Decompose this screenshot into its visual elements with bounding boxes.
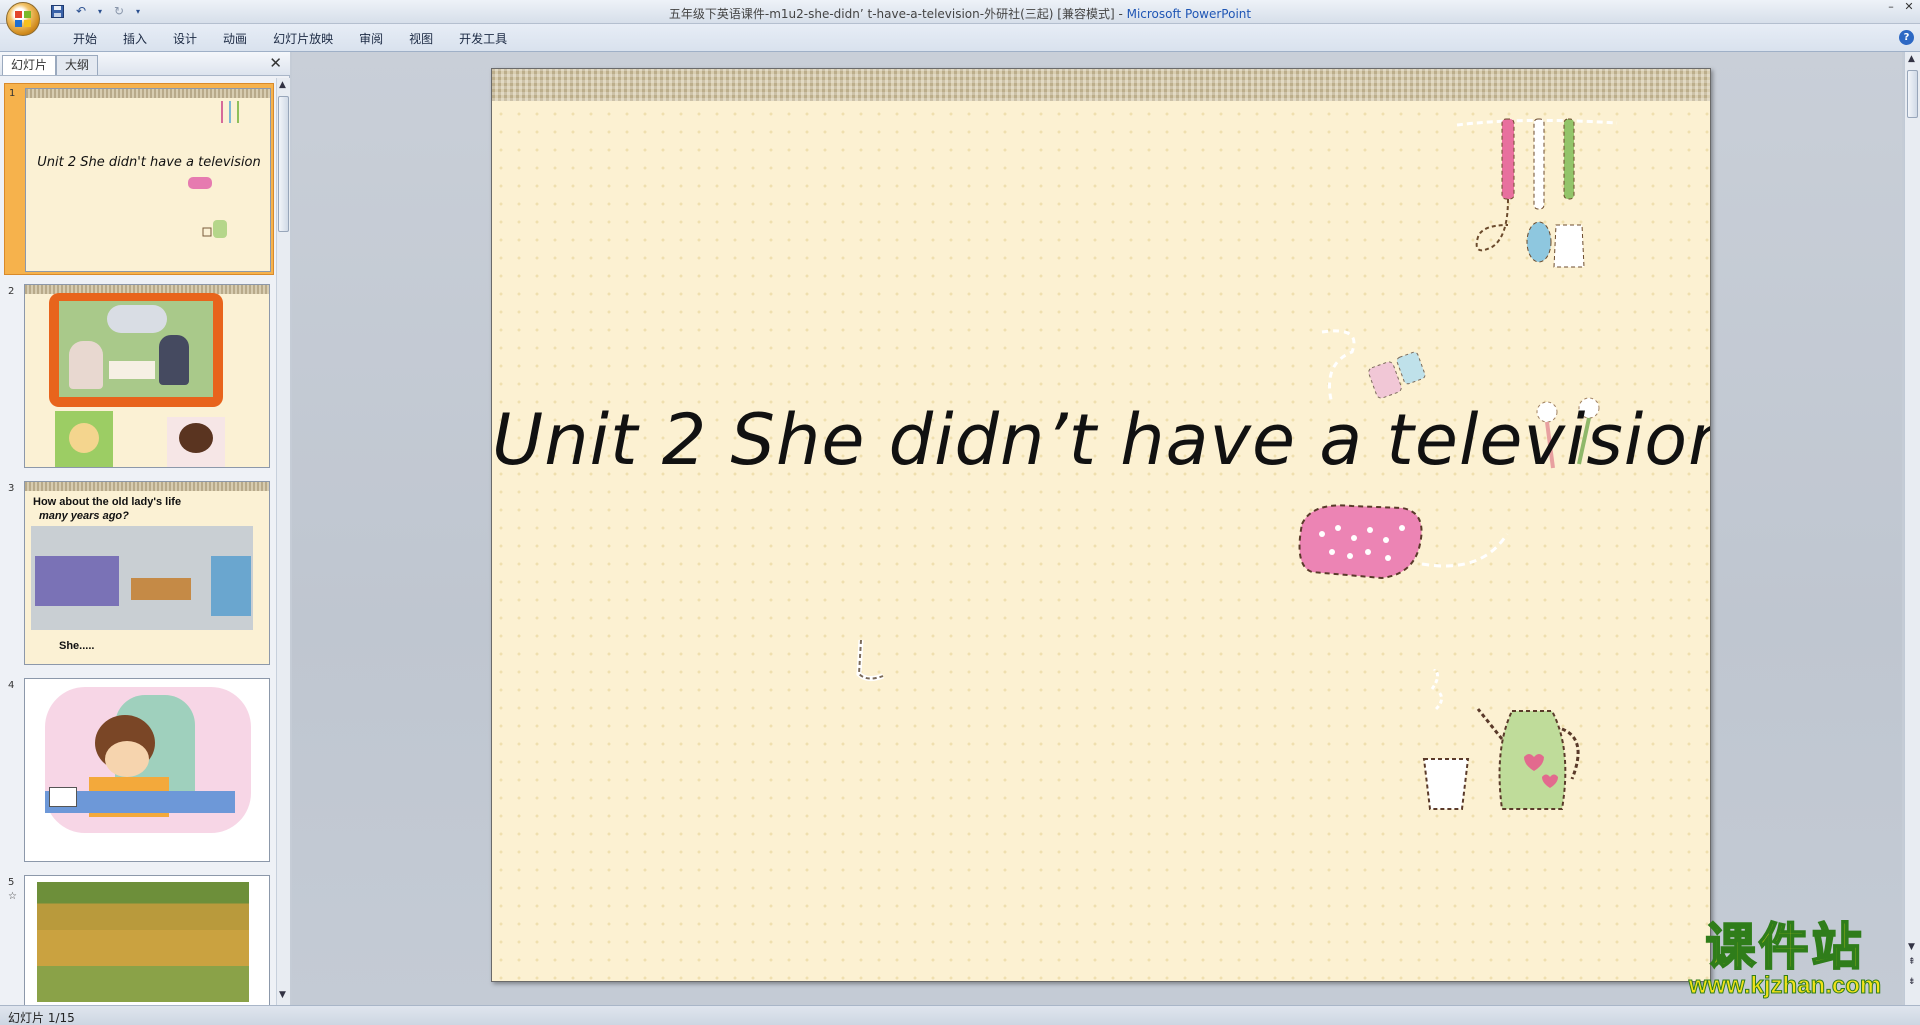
tab-design[interactable]: 设计: [160, 30, 210, 47]
room-illustration: [31, 526, 253, 630]
thumbnail-number: 3: [8, 483, 15, 494]
slide-thumbnail-5[interactable]: 5 ☆: [4, 873, 274, 1005]
status-bar: 幻灯片 1/15: [0, 1005, 1920, 1025]
oven-mitt-icon: [188, 177, 212, 189]
previous-slide-icon[interactable]: ⇞: [1908, 957, 1916, 967]
tab-view[interactable]: 视图: [396, 30, 446, 47]
ribbon: 开始 插入 设计 动画 幻灯片放映 审阅 视图 开发工具 ?: [0, 24, 1920, 52]
thumbnail-text-line2: many years ago?: [39, 510, 129, 522]
teapot-cup-icon: [1422, 669, 1580, 810]
tab-insert[interactable]: 插入: [110, 30, 160, 47]
slide-scrollbar[interactable]: ▲ ▼ ⇞ ⇟: [1904, 52, 1920, 1005]
ribbon-tabs: 开始 插入 设计 动画 幻灯片放映 审阅 视图 开发工具: [60, 30, 520, 47]
window-title-app: Microsoft PowerPoint: [1126, 7, 1252, 21]
window-controls: – ✕: [1884, 1, 1916, 14]
thumbnail-number: 5: [8, 877, 15, 888]
thumbnail-number: 2: [8, 286, 15, 297]
slide-thumbnail-1[interactable]: 1 Unit 2 She didn't have a television: [4, 83, 274, 275]
slides-panel: 幻灯片 大纲 ✕ 1 Unit 2 She didn't have a tele…: [0, 52, 290, 1005]
oven-mitt-icon: [1298, 504, 1509, 580]
title-bar: ↶ ▾ ↻ ▾ 五年级下英语课件-m1u2-she-didn’ t-have-a…: [0, 0, 1920, 36]
tab-outline[interactable]: 大纲: [56, 55, 99, 75]
tab-animations[interactable]: 动画: [210, 30, 260, 47]
thumbnail-text-line1: How about the old lady's life: [33, 496, 182, 508]
watermark-url: www.kjzhan.com: [1688, 972, 1882, 999]
tab-slideshow[interactable]: 幻灯片放映: [260, 30, 346, 47]
thumbnail-preview: [24, 875, 270, 1005]
thumbnail-list: 1 Unit 2 She didn't have a television 2: [0, 78, 276, 1005]
tab-slides[interactable]: 幻灯片: [2, 55, 57, 75]
thumbnail-title: Unit 2 She didn't have a television: [37, 155, 261, 170]
scrollbar-thumb[interactable]: [1907, 70, 1918, 118]
close-icon[interactable]: ✕: [269, 56, 282, 71]
slide-thumbnail-2[interactable]: 2: [4, 282, 274, 472]
scroll-down-icon[interactable]: ▼: [1908, 942, 1915, 952]
tab-review[interactable]: 审阅: [346, 30, 396, 47]
slide-thumbnail-4[interactable]: 4: [4, 676, 274, 866]
next-slide-icon[interactable]: ⇟: [1908, 977, 1916, 987]
wheat-field-illustration: [37, 882, 249, 1002]
thumbnail-preview: How about the old lady's life many years…: [24, 481, 270, 665]
tab-home[interactable]: 开始: [60, 30, 110, 47]
animation-star-icon: ☆: [8, 891, 17, 902]
tab-developer[interactable]: 开发工具: [446, 30, 520, 47]
thumbnail-number: 4: [8, 680, 15, 691]
watermark-logo: 课件站 www.kjzhan.com: [1665, 918, 1905, 1000]
thumbnail-scrollbar[interactable]: ▲ ▼: [276, 78, 290, 1005]
slide-title[interactable]: Unit 2 She didn’t have a television: [492, 399, 1710, 481]
watermark-name: 课件站: [1705, 918, 1865, 976]
panel-tabs: 幻灯片 大纲 ✕: [0, 52, 290, 76]
girl-face: [105, 741, 149, 777]
dashed-doodle-icon: [856, 639, 884, 682]
scroll-up-icon[interactable]: ▲: [279, 80, 286, 90]
girl-illustration: [167, 417, 225, 467]
scroll-up-icon[interactable]: ▲: [1908, 54, 1915, 64]
window-title-file: 五年级下英语课件-m1u2-she-didn’ t-have-a-televis…: [668, 7, 1127, 21]
utensils-icon: [221, 101, 239, 123]
scroll-down-icon[interactable]: ▼: [279, 990, 286, 1000]
slide-thumbnail-3[interactable]: 3 How about the old lady's life many yea…: [4, 479, 274, 669]
thumbnail-preview: Unit 2 She didn't have a television: [25, 88, 271, 272]
envelope-icon: [49, 787, 77, 807]
thumbnail-number: 1: [9, 88, 16, 99]
hanging-utensils-icon: [1456, 118, 1618, 268]
thumbnail-text-line3: She.....: [59, 640, 95, 652]
scrollbar-thumb[interactable]: [278, 96, 289, 232]
office-button-icon[interactable]: [6, 2, 40, 36]
thumbnail-preview: [24, 678, 270, 862]
help-icon[interactable]: ?: [1899, 30, 1914, 45]
teapot-icon: [202, 220, 227, 238]
thumbnail-preview: [24, 284, 270, 468]
slide-indicator: 幻灯片 1/15: [8, 1011, 75, 1025]
close-icon[interactable]: ✕: [1902, 1, 1916, 14]
window-title: 五年级下英语课件-m1u2-she-didn’ t-have-a-televis…: [0, 5, 1920, 22]
child-illustration: [55, 411, 113, 467]
minimize-icon[interactable]: –: [1884, 1, 1898, 14]
slide-canvas[interactable]: Unit 2 She didn’t have a television: [491, 68, 1711, 982]
illustration-scene: [59, 301, 213, 397]
